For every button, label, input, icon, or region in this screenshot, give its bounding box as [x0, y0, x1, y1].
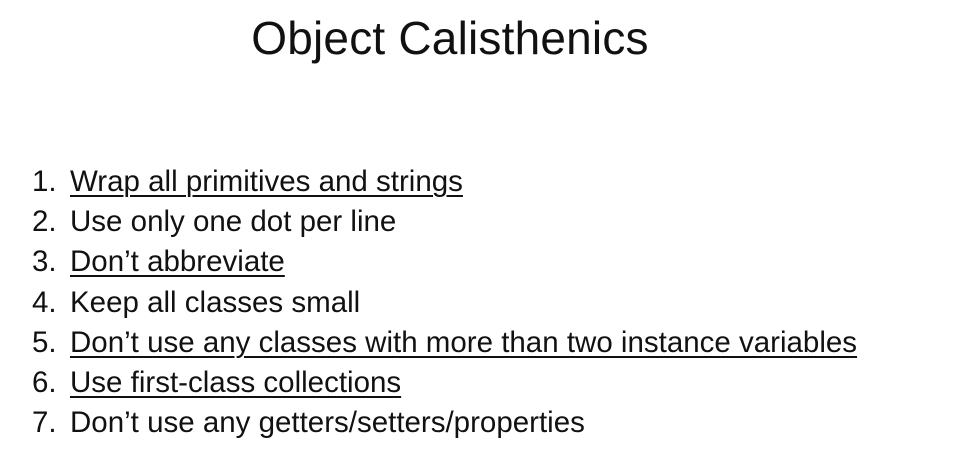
rule-item: 4. Keep all classes small: [32, 283, 857, 323]
rule-number: 7.: [32, 406, 57, 440]
rule-item: 6. Use first-class collections: [32, 363, 857, 403]
rule-item: 1. Wrap all primitives and strings: [32, 162, 857, 202]
rules-list: 1. Wrap all primitives and strings 2. Us…: [32, 162, 857, 443]
rule-text-small-classes: Keep all classes small: [70, 285, 361, 319]
rule-item: 7. Don’t use any getters/setters/propert…: [32, 403, 857, 443]
rule-number: 1.: [32, 165, 57, 198]
rule-item: 5. Don’t use any classes with more than …: [32, 323, 857, 363]
rule-number: 4.: [32, 285, 57, 319]
rule-link-first-class-collections[interactable]: Use first-class collections: [70, 363, 401, 403]
rule-item: 3. Don’t abbreviate: [32, 242, 857, 282]
rule-link-two-instance-variables[interactable]: Don’t use any classes with more than two…: [70, 323, 857, 363]
rule-number: 5.: [32, 325, 57, 359]
rule-number: 2.: [32, 205, 57, 239]
rule-number: 3.: [32, 245, 57, 279]
rule-link-dont-abbreviate[interactable]: Don’t abbreviate: [70, 242, 285, 282]
rule-text-one-dot-per-line: Use only one dot per line: [70, 205, 397, 239]
rule-text-no-getters-setters: Don’t use any getters/setters/properties: [70, 406, 585, 440]
slide: Object Calisthenics 1. Wrap all primitiv…: [0, 0, 960, 458]
rule-number: 6.: [32, 365, 57, 399]
rule-link-wrap-primitives[interactable]: Wrap all primitives and strings: [70, 162, 463, 202]
slide-title: Object Calisthenics: [251, 12, 649, 64]
rule-item: 2. Use only one dot per line: [32, 202, 857, 242]
